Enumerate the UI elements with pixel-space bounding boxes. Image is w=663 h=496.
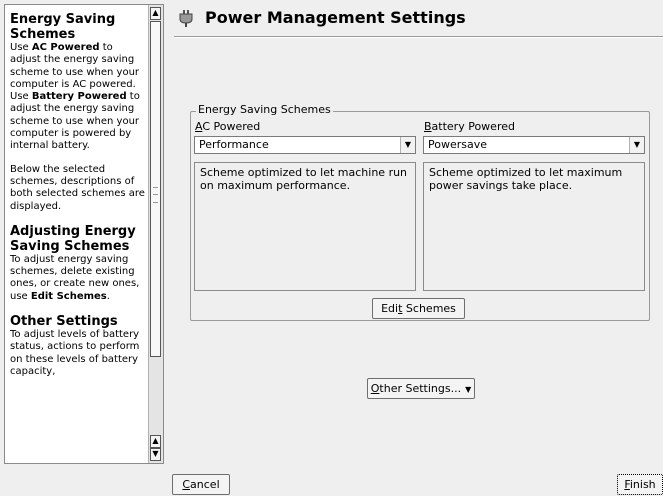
scroll-up-button-bottom[interactable]: ▲ [150,435,161,448]
help-heading: Energy Saving Schemes [10,12,116,42]
battery-powered-label: Battery Powered [424,120,515,133]
arrow-down-icon: ▼ [152,449,159,458]
help-heading: Other Settings [10,314,118,330]
help-heading: Adjusting Energy Saving Schemes [10,223,136,254]
help-paragraph: Below the selected schemes, descriptions… [10,163,145,212]
help-section: Other Settings To adjust levels of batter… [10,314,145,378]
help-pane[interactable]: Energy Saving Schemes Use AC Powered to a… [4,4,164,464]
battery-scheme-select[interactable]: Powersave ▼ [423,136,645,154]
scroll-up-button[interactable]: ▲ [150,7,161,20]
arrow-up-icon: ▲ [152,436,159,445]
help-scrollbar[interactable]: ▲ ▲ ▼ [148,5,163,463]
ac-scheme-value: Performance [199,138,269,151]
chevron-down-icon: ▼ [465,385,472,394]
help-paragraph: To adjust levels of battery status, acti… [10,329,140,377]
other-settings-button[interactable]: Other Settings... ▼ [367,378,475,399]
chevron-down-icon[interactable]: ▼ [629,137,644,153]
scroll-thumb[interactable] [150,21,161,357]
title-divider [174,36,663,38]
edit-schemes-button[interactable]: Edit Schemes [372,298,465,319]
help-section: Adjusting Energy Saving Schemes To adjust… [10,224,145,303]
group-title: Energy Saving Schemes [196,103,333,116]
scroll-down-button[interactable]: ▼ [150,448,161,461]
power-plug-icon [179,10,193,27]
battery-scheme-value: Powersave [428,138,488,151]
battery-scheme-description: Scheme optimized to let maximum power sa… [423,162,645,291]
help-paragraph: To adjust energy saving schemes, delete … [10,253,140,302]
chevron-down-icon[interactable]: ▼ [400,137,415,153]
help-section: Energy Saving Schemes Use AC Powered to a… [10,12,145,213]
finish-button[interactable]: Finish [617,474,663,495]
ac-powered-label: AC Powered [195,120,261,133]
grip-icon [153,187,158,203]
cancel-button[interactable]: Cancel [172,474,230,495]
help-text: Energy Saving Schemes Use AC Powered to a… [5,5,145,463]
page-title: Power Management Settings [205,8,466,27]
ac-scheme-description: Scheme optimized to let machine run on m… [194,162,416,291]
arrow-up-icon: ▲ [152,8,159,17]
ac-scheme-select[interactable]: Performance ▼ [194,136,416,154]
help-paragraph: Use AC Powered to adjust the energy savi… [10,42,140,152]
